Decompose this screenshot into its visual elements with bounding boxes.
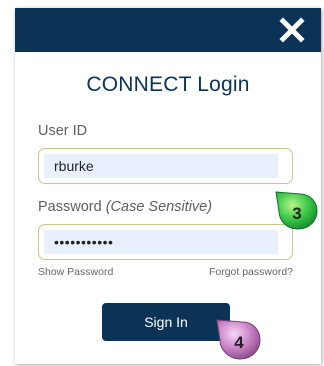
password-field[interactable]	[38, 224, 293, 260]
close-icon[interactable]	[279, 17, 305, 43]
user-id-label: User ID	[38, 123, 88, 139]
password-input[interactable]	[44, 230, 278, 254]
forgot-password-link[interactable]: Forgot password?	[209, 266, 293, 278]
password-label: Password (Case Sensitive)	[38, 199, 212, 215]
show-password-link[interactable]: Show Password	[38, 266, 113, 278]
password-autofill-area	[44, 230, 278, 254]
user-id-field[interactable]	[38, 148, 293, 184]
dialog-header	[15, 8, 321, 52]
step-4-number: 4	[234, 333, 244, 352]
password-hint: (Case Sensitive)	[105, 199, 213, 215]
login-dialog: CONNECT Login User ID Password (Case Sen…	[15, 8, 321, 364]
user-id-input[interactable]	[44, 154, 278, 178]
step-3-number: 3	[292, 204, 301, 223]
password-label-text: Password	[38, 199, 102, 215]
sign-in-button[interactable]: Sign In	[102, 303, 230, 341]
dialog-title: CONNECT Login	[86, 73, 250, 96]
step-4-callout: 4	[216, 319, 261, 360]
step-3-callout: 3	[275, 191, 318, 230]
user-id-autofill-area	[44, 154, 278, 178]
